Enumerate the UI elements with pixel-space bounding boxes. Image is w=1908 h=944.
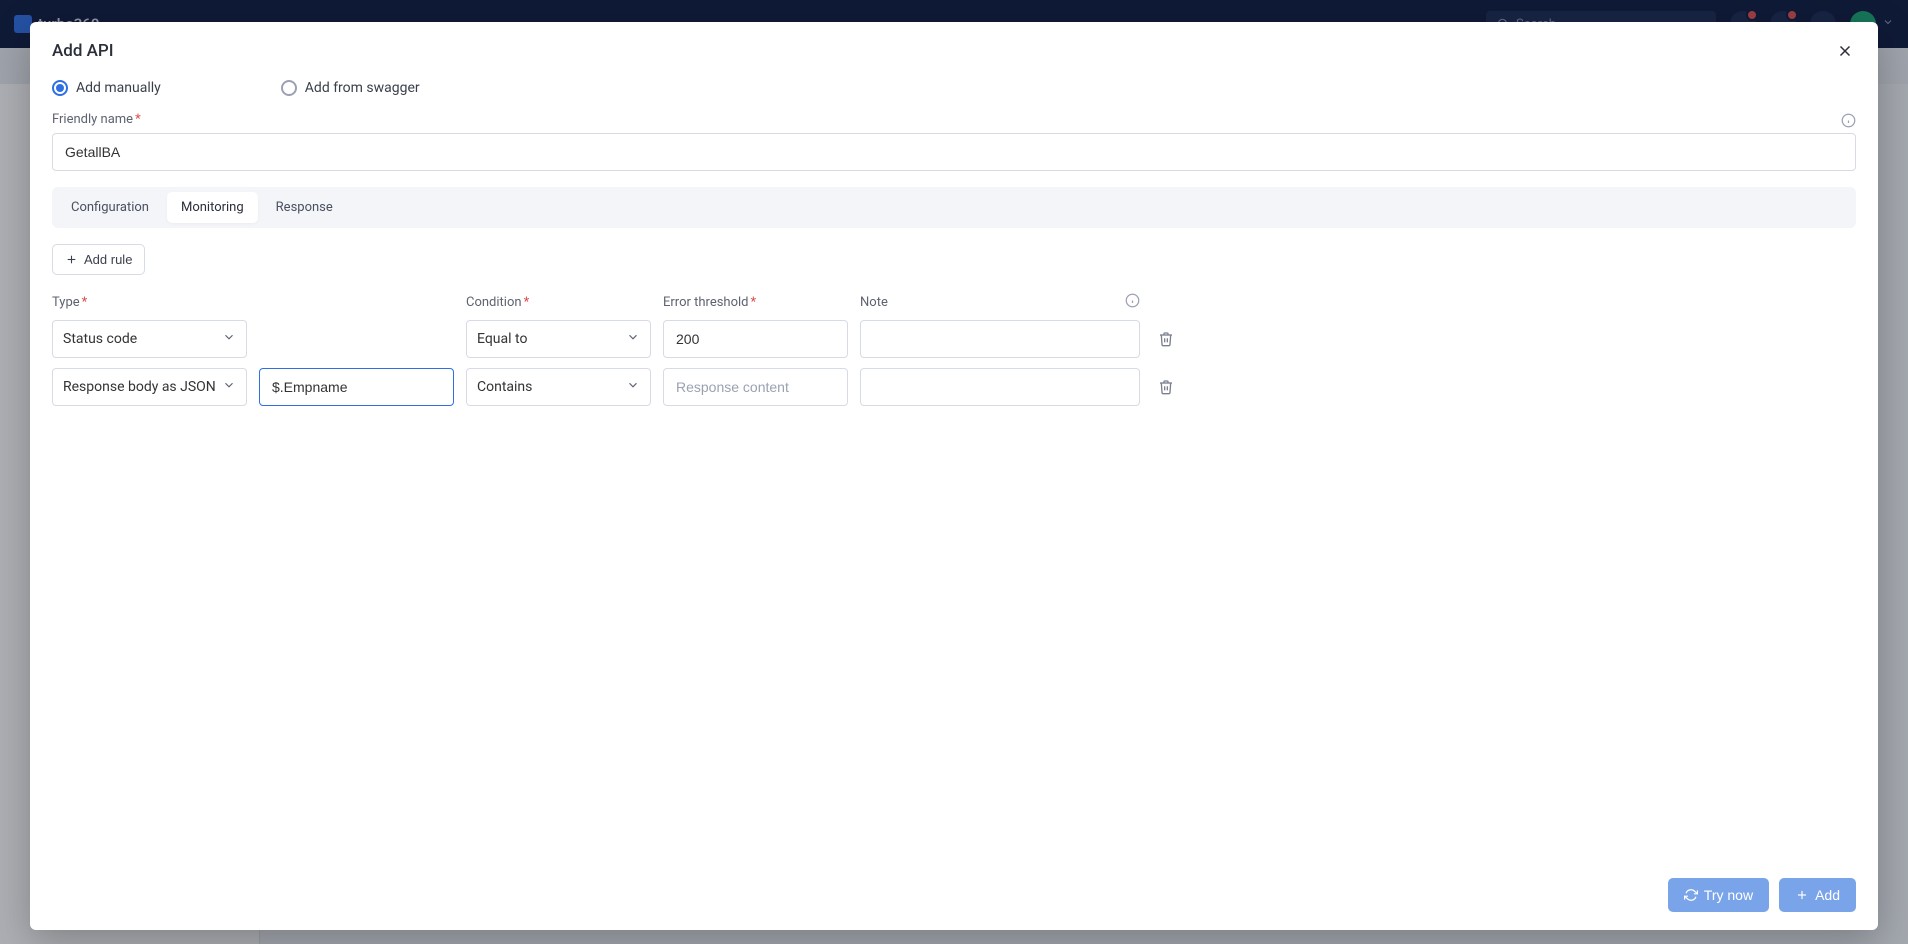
- close-button[interactable]: [1834, 40, 1856, 62]
- friendly-name-label: Friendly name*: [52, 112, 141, 127]
- modal-header: Add API: [52, 40, 1856, 62]
- tab-response[interactable]: Response: [262, 192, 347, 223]
- add-label: Add: [1815, 887, 1840, 903]
- header-type: Type*: [52, 295, 247, 310]
- add-rule-label: Add rule: [84, 252, 132, 267]
- refresh-icon: [1684, 888, 1698, 902]
- rule-type-select[interactable]: Status code: [52, 320, 247, 358]
- plus-icon: [65, 253, 78, 266]
- delete-rule-button[interactable]: [1152, 379, 1180, 395]
- friendly-name-input[interactable]: [52, 133, 1856, 171]
- rule-type-select[interactable]: Response body as JSON: [52, 368, 247, 406]
- trash-icon: [1158, 331, 1174, 347]
- tab-configuration[interactable]: Configuration: [57, 192, 163, 223]
- chevron-down-icon: [222, 378, 236, 392]
- try-now-label: Try now: [1704, 887, 1753, 903]
- add-button[interactable]: Add: [1779, 878, 1856, 912]
- rule-condition-select[interactable]: Contains: [466, 368, 651, 406]
- rule-threshold-input[interactable]: [663, 320, 848, 358]
- rule-note-input[interactable]: [860, 368, 1140, 406]
- plus-icon: [1795, 888, 1809, 902]
- rule-condition-select[interactable]: Equal to: [466, 320, 651, 358]
- add-api-modal: Add API Add manually Add from swagger Fr…: [30, 22, 1878, 930]
- add-rule-button[interactable]: Add rule: [52, 244, 145, 275]
- trash-icon: [1158, 379, 1174, 395]
- rule-threshold-input[interactable]: [663, 368, 848, 406]
- radio-indicator: [281, 80, 297, 96]
- try-now-button[interactable]: Try now: [1668, 878, 1769, 912]
- radio-add-manually[interactable]: Add manually: [52, 80, 161, 96]
- note-info[interactable]: [1125, 293, 1140, 312]
- rule-row: Status code Equal to: [52, 320, 1856, 358]
- radio-label: Add manually: [76, 80, 161, 96]
- tab-monitoring[interactable]: Monitoring: [167, 192, 258, 223]
- rule-path-input[interactable]: [259, 368, 454, 406]
- header-error-threshold: Error threshold*: [663, 295, 848, 310]
- select-value: Status code: [63, 331, 137, 347]
- delete-rule-button[interactable]: [1152, 331, 1180, 347]
- info-icon: [1125, 293, 1140, 308]
- rule-row: Response body as JSON Contains: [52, 368, 1856, 406]
- close-icon: [1836, 42, 1854, 60]
- info-icon: [1841, 113, 1856, 128]
- radio-add-from-swagger[interactable]: Add from swagger: [281, 80, 420, 96]
- rules-header: Type* Condition* Error threshold* Note: [52, 293, 1856, 312]
- chevron-down-icon: [626, 378, 640, 392]
- chevron-down-icon: [222, 330, 236, 344]
- select-value: Response body as JSON: [63, 379, 216, 395]
- rule-note-input[interactable]: [860, 320, 1140, 358]
- tabs: Configuration Monitoring Response: [52, 187, 1856, 228]
- radio-indicator: [52, 80, 68, 96]
- modal-title: Add API: [52, 41, 114, 61]
- select-value: Contains: [477, 379, 532, 395]
- chevron-down-icon: [626, 330, 640, 344]
- friendly-name-info[interactable]: [1841, 113, 1856, 132]
- header-note: Note: [860, 293, 1140, 312]
- add-mode-radios: Add manually Add from swagger: [52, 80, 1856, 96]
- header-condition: Condition*: [466, 295, 651, 310]
- radio-label: Add from swagger: [305, 80, 420, 96]
- select-value: Equal to: [477, 331, 527, 347]
- modal-footer: Try now Add: [52, 864, 1856, 912]
- rules-area: Type* Condition* Error threshold* Note S…: [52, 293, 1856, 416]
- required-marker: *: [135, 112, 141, 127]
